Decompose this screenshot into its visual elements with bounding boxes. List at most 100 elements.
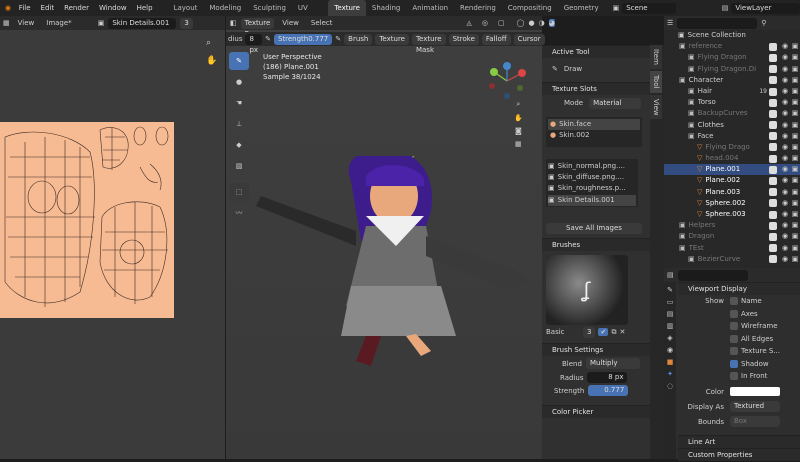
shading-solid-icon[interactable]: ● [528,19,534,27]
outliner-row[interactable]: ▽ Sphere.003 ◉ ▣ [664,209,800,220]
fake-user-icon[interactable]: ✔ [598,328,609,336]
camera-icon[interactable]: ▣ [790,209,800,220]
camera-icon[interactable]: ◙ [514,127,523,135]
tab-layout[interactable]: Layout [168,0,204,16]
camera-icon[interactable]: ▣ [790,231,800,242]
outliner-row[interactable]: ▣ Character ◉ ▣ [664,75,800,86]
tab-texture-paint[interactable]: Texture Paint [328,0,366,28]
view-object-types-icon[interactable]: ◬ [466,19,471,27]
tab-sculpting[interactable]: Sculpting [247,0,292,16]
eye-icon[interactable]: ◉ [780,131,790,142]
texture-image[interactable] [0,122,174,318]
pressure-icon[interactable]: ✎ [265,35,271,43]
brush-preview[interactable]: ʆ [546,255,628,325]
show-option-row[interactable]: Texture S... [730,345,780,358]
eye-icon[interactable]: ◉ [780,64,790,75]
overlays-icon[interactable]: ◎ [482,19,488,27]
editor-type-icon[interactable]: ◧ [230,19,237,27]
zoom-icon[interactable]: ⌕ [206,38,211,48]
3d-viewport[interactable]: ◧ Texture Pa... View Select ◬ ◎ ▢ ◯ ● ◑ … [226,16,555,459]
tab-modeling[interactable]: Modeling [203,0,247,16]
properties-search[interactable] [677,269,748,281]
viewport-select-menu[interactable]: Select [307,19,337,27]
outliner-row[interactable]: ▽ Plane.003 ◉ ▣ [664,187,800,198]
texture-menu[interactable]: Texture [375,33,409,45]
menu-window[interactable]: Window [94,4,132,12]
camera-icon[interactable]: ▣ [790,142,800,153]
shading-wireframe-icon[interactable]: ◯ [517,19,525,27]
eye-icon[interactable]: ◉ [780,220,790,231]
camera-icon[interactable]: ▣ [790,198,800,209]
menu-edit[interactable]: Edit [36,4,60,12]
outliner-row[interactable]: ▣ Helpers ◉ ▣ [664,220,800,231]
eye-icon[interactable]: ◉ [780,142,790,153]
tab-geometry[interactable]: Geometry [558,0,605,16]
option-checkbox[interactable] [730,359,738,368]
exclude-checkbox[interactable] [769,143,777,152]
texture-mask-menu[interactable]: Texture Mask [411,33,446,54]
active-tool-section[interactable]: Active Tool [542,45,650,58]
exclude-checkbox[interactable] [769,199,777,208]
exclude-checkbox[interactable] [769,76,777,85]
list-item[interactable]: ▣ Skin_normal.png.... [548,161,636,172]
exclude-checkbox[interactable] [769,154,777,163]
outliner-row[interactable]: ▣ BezierCurve ◉ ▣ [664,254,800,265]
camera-icon[interactable]: ▣ [790,175,800,186]
cursor-menu[interactable]: Cursor [513,33,545,45]
camera-icon[interactable]: ▣ [790,108,800,119]
menu-help[interactable]: Help [132,4,158,12]
image-users-count[interactable]: 3 [180,17,193,29]
eye-icon[interactable]: ◉ [780,41,790,52]
pan-hand-icon[interactable]: ✋ [514,114,523,122]
modifier-tab-icon[interactable]: ✦ [667,370,673,378]
tool-fill[interactable]: ◆ [229,136,249,154]
eye-icon[interactable]: ◉ [780,175,790,186]
strength-field[interactable]: 0.777 [588,385,629,396]
view-layer-selector[interactable]: ViewLayer [731,2,800,14]
eye-icon[interactable]: ◉ [780,86,790,97]
save-all-images-button[interactable]: Save All Images [546,223,642,234]
menu-file[interactable]: File [14,4,36,12]
color-swatch[interactable] [730,387,780,396]
radius-field[interactable]: 8 px [587,372,628,383]
brush-users-count[interactable]: 3 [583,326,596,338]
show-option-row[interactable]: Axes [730,308,780,321]
tab-animation[interactable]: Animation [406,0,454,16]
list-item[interactable]: ▣ Skin_diffuse.png.... [548,172,636,183]
outliner-row[interactable]: ▣ Clothes ◉ ▣ [664,120,800,131]
properties-icon[interactable]: ▤ [667,271,674,279]
exclude-checkbox[interactable] [769,165,777,174]
camera-icon[interactable]: ▣ [790,86,800,97]
camera-icon[interactable]: ▣ [790,41,800,52]
exclude-checkbox[interactable] [769,210,777,219]
tab-tool[interactable]: Tool [650,70,662,93]
image-browse-icon[interactable]: ▣ [98,19,105,27]
scene-collection-row[interactable]: ▣ Scene Collection [664,30,800,41]
eye-icon[interactable]: ◉ [780,164,790,175]
exclude-checkbox[interactable] [769,42,777,51]
image-editor-icon[interactable]: ▦ [3,19,10,27]
brush-settings-section[interactable]: Brush Settings [542,343,650,356]
brush-name[interactable]: Basic [546,328,580,336]
scene-tab-icon[interactable]: ◈ [667,334,672,342]
zoom-icon[interactable]: ⌕ [514,100,523,109]
camera-icon[interactable]: ▣ [790,120,800,131]
tab-compositing[interactable]: Compositing [502,0,558,16]
exclude-checkbox[interactable] [769,109,777,118]
exclude-checkbox[interactable] [769,87,777,96]
tool-soften[interactable]: ● [229,73,249,91]
duplicate-icon[interactable]: ⧉ [611,328,616,337]
camera-icon[interactable]: ▣ [790,220,800,231]
list-item[interactable]: ▣ Skin Details.001 [548,194,636,206]
camera-icon[interactable]: ▣ [790,153,800,164]
eye-icon[interactable]: ◉ [780,120,790,131]
option-checkbox[interactable] [730,322,738,330]
brushes-section[interactable]: Brushes [542,238,650,251]
tool-draw[interactable]: ✎ [229,52,249,70]
camera-icon[interactable]: ▣ [790,243,800,254]
tool-tab-icon[interactable]: ✎ [667,286,673,294]
show-option-row[interactable]: Name [730,295,780,308]
exclude-checkbox[interactable] [769,65,777,74]
image-editor[interactable]: ▦ View Image* ▣ Skin Details.001 3 ⌕ ✋ [0,16,225,459]
outliner-icon[interactable]: ☰ [667,19,673,27]
